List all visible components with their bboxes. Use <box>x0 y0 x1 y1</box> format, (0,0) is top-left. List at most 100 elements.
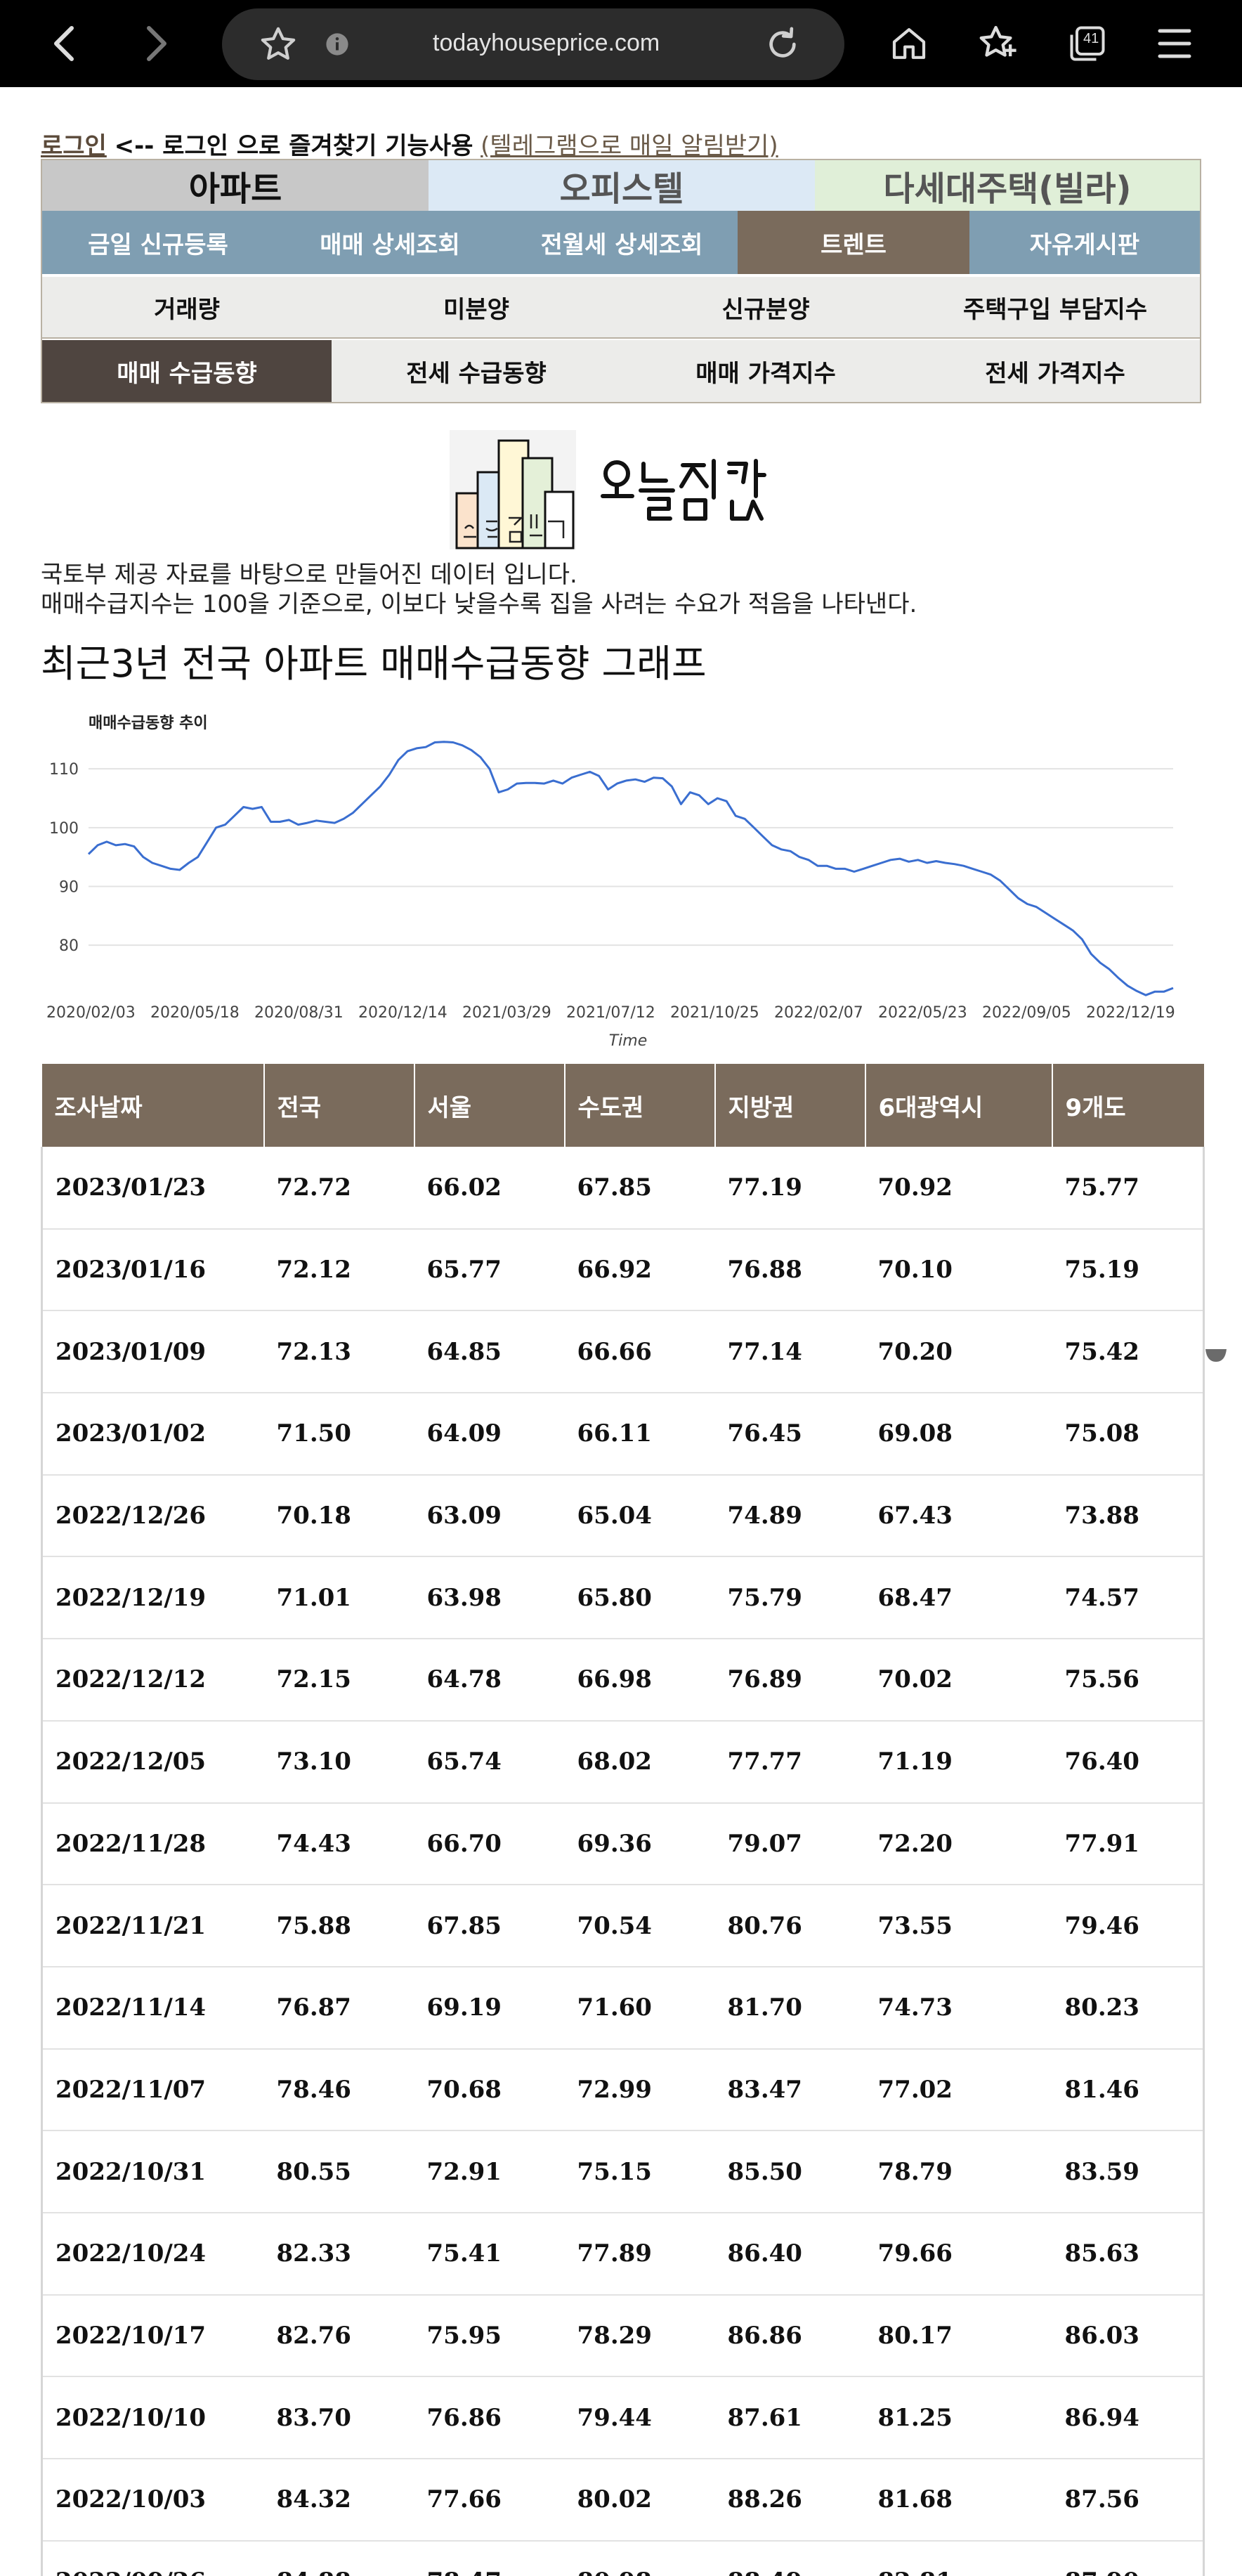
tab-villa[interactable]: 다세대주택(빌라) <box>815 160 1200 211</box>
reload-icon[interactable] <box>754 16 811 72</box>
login-link[interactable]: 로그인 <box>41 132 107 160</box>
scroll-indicator[interactable] <box>1205 1348 1227 1363</box>
tab-apartment[interactable]: 아파트 <box>42 160 429 211</box>
submenu-sale-price-index[interactable]: 매매 가격지수 <box>621 340 910 402</box>
cell-date: 2022/10/03 <box>41 2459 264 2542</box>
cell-date: 2022/10/10 <box>41 2376 264 2459</box>
submenu-jeonse-supply-demand[interactable]: 전세 수급동향 <box>332 340 621 402</box>
table-row: 2022/12/12 72.15 64.78 66.98 76.89 70.02 75.56 <box>41 1639 1205 1722</box>
cell-value: 79.66 <box>865 2212 1052 2296</box>
cell-value: 85.63 <box>1052 2212 1205 2296</box>
header-nationwide[interactable]: 전국 <box>263 1064 415 1147</box>
menu-board[interactable]: 자유게시판 <box>969 211 1200 274</box>
cell-value: 64.78 <box>414 1639 565 1722</box>
cell-value: 73.55 <box>865 1885 1052 1967</box>
cell-value: 64.09 <box>414 1393 565 1476</box>
cell-value: 85.50 <box>714 2131 865 2213</box>
site-logo[interactable] <box>450 430 801 549</box>
cell-value: 68.47 <box>865 1556 1052 1640</box>
cell-value: 66.66 <box>564 1310 715 1394</box>
table-row: 2023/01/23 72.72 66.02 67.85 77.19 70.92 75.77 <box>41 1147 1205 1230</box>
cell-value: 83.59 <box>1052 2131 1205 2213</box>
cell-value: 75.15 <box>564 2131 715 2213</box>
table-row: 2022/11/07 78.46 70.68 72.99 83.47 77.02 81.46 <box>41 2048 1205 2132</box>
cell-value: 88.49 <box>714 2540 865 2576</box>
cell-date: 2022/11/07 <box>41 2048 264 2132</box>
cell-date: 2022/11/28 <box>41 1802 264 1886</box>
y-tick-label: 110 <box>49 761 79 779</box>
cell-value: 67.85 <box>564 1147 715 1230</box>
table-row: 2022/11/21 75.88 67.85 70.54 80.76 73.55 79.46 <box>41 1885 1205 1967</box>
cell-value: 73.10 <box>263 1720 414 1804</box>
cell-value: 88.26 <box>714 2459 865 2542</box>
header-provinces[interactable]: 지방권 <box>714 1064 866 1147</box>
header-capital-area[interactable]: 수도권 <box>564 1064 716 1147</box>
submenu-jeonse-price-index[interactable]: 전세 가격지수 <box>910 340 1200 402</box>
tab-officetel[interactable]: 오피스텔 <box>429 160 815 211</box>
cell-value: 71.19 <box>865 1720 1052 1804</box>
header-nine-provinces[interactable]: 9개도 <box>1052 1064 1204 1147</box>
star-outline-icon[interactable] <box>250 16 306 72</box>
cell-value: 82.81 <box>865 2540 1052 2576</box>
address-bar[interactable]: todayhouseprice.com <box>222 8 844 80</box>
cell-value: 82.76 <box>263 2294 414 2378</box>
back-icon[interactable] <box>37 15 93 72</box>
cell-date: 2022/10/24 <box>41 2212 264 2296</box>
header-date[interactable]: 조사날짜 <box>41 1064 265 1147</box>
cell-value: 71.01 <box>263 1556 414 1640</box>
header-six-metros[interactable]: 6대광역시 <box>865 1064 1053 1147</box>
cell-value: 64.85 <box>414 1310 565 1394</box>
cell-value: 80.76 <box>714 1885 865 1967</box>
header-seoul[interactable]: 서울 <box>414 1064 566 1147</box>
table-row: 2022/09/2684.8878.4780.9888.4982.8187.90 <box>41 2540 1205 2576</box>
cell-value: 76.89 <box>714 1639 865 1722</box>
menu-new-registrations[interactable]: 금일 신규등록 <box>42 211 274 274</box>
cell-value: 77.02 <box>865 2048 1052 2132</box>
cell-value: 66.98 <box>564 1639 715 1722</box>
telegram-link[interactable]: (텔레그램으로 매일 알림받기) <box>481 132 778 160</box>
tabs-icon[interactable]: 41 <box>1059 15 1116 72</box>
submenu-volume[interactable]: 거래량 <box>42 277 332 337</box>
series-line <box>87 741 1174 996</box>
cell-value: 75.95 <box>414 2294 565 2378</box>
cell-value: 76.40 <box>1052 1720 1205 1804</box>
cell-date: 2022/11/14 <box>41 1966 264 2050</box>
x-tick-label: 2022/02/07 <box>774 1004 863 1022</box>
cell-value: 63.98 <box>414 1556 565 1640</box>
cell-value: 75.42 <box>1052 1310 1205 1394</box>
cell-value: 79.46 <box>1052 1885 1205 1967</box>
cell-value: 72.91 <box>414 2131 565 2213</box>
submenu-sale-supply-demand[interactable]: 매매 수급동향 <box>42 340 332 402</box>
menu-icon[interactable] <box>1146 15 1203 72</box>
submenu-affordability[interactable]: 주택구입 부담지수 <box>910 277 1200 337</box>
menu-rent-detail[interactable]: 전월세 상세조회 <box>506 211 738 274</box>
menu-box: 아파트 오피스텔 다세대주택(빌라) 금일 신규등록 매매 상세조회 전월세 상… <box>41 159 1201 403</box>
cell-value: 67.85 <box>414 1885 565 1967</box>
submenu-unsold[interactable]: 미분양 <box>332 277 621 337</box>
url-text: todayhouseprice.com <box>433 30 660 56</box>
cell-value: 74.89 <box>714 1474 865 1558</box>
x-tick-label: 2022/09/05 <box>982 1004 1071 1022</box>
home-icon[interactable] <box>881 15 937 72</box>
forward-icon[interactable] <box>128 15 184 72</box>
cell-value: 80.98 <box>564 2540 715 2576</box>
menu-sale-detail[interactable]: 매매 상세조회 <box>274 211 506 274</box>
cell-value: 65.74 <box>414 1720 565 1804</box>
cell-value: 84.32 <box>263 2459 414 2542</box>
table-row: 2022/10/17 82.76 75.95 78.29 86.86 80.17 86.03 <box>41 2294 1205 2378</box>
chart-container: 매매수급동향 추이 80 90 100 110 2020/02/03 2020/05/1… <box>41 684 1203 1064</box>
cell-value: 86.86 <box>714 2294 865 2378</box>
submenu-new-sale[interactable]: 신규분양 <box>621 277 910 337</box>
cell-value: 78.47 <box>414 2540 565 2576</box>
line-chart: 매매수급동향 추이 80 90 100 110 2020/02/03 2020/05/1… <box>46 715 1175 1050</box>
cell-value: 81.46 <box>1052 2048 1205 2132</box>
menu-trend[interactable]: 트렌트 <box>738 211 969 274</box>
cell-value: 75.88 <box>263 1885 414 1967</box>
bookmarks-icon[interactable] <box>969 15 1026 72</box>
cell-value: 66.70 <box>414 1802 565 1886</box>
cell-value: 70.54 <box>564 1885 715 1967</box>
x-tick-label: 2021/10/25 <box>670 1004 759 1022</box>
cell-value: 87.56 <box>1052 2459 1205 2542</box>
info-icon[interactable] <box>309 16 365 72</box>
cell-value: 86.94 <box>1052 2376 1205 2459</box>
